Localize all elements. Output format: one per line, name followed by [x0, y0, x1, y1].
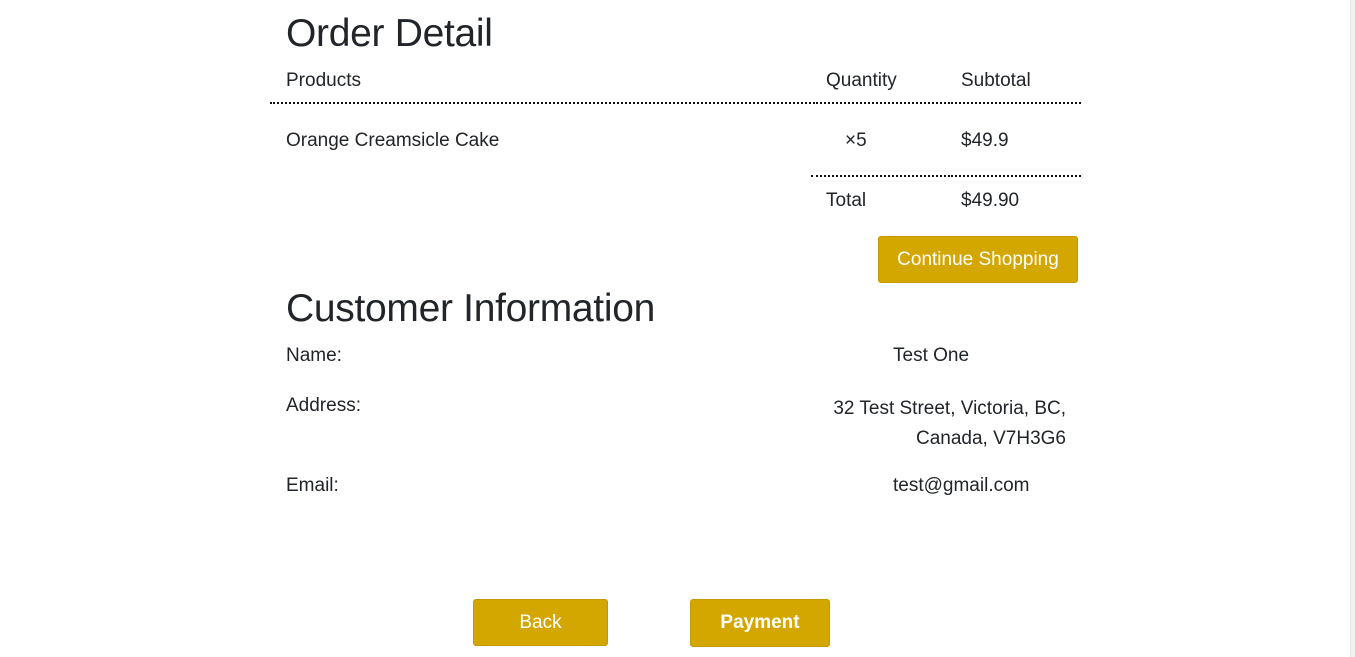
email-label: Email:	[286, 475, 339, 496]
total-label: Total	[826, 190, 867, 211]
total-divider-left	[811, 175, 946, 177]
item-subtotal: $49.9	[961, 130, 1009, 151]
name-value: Test One	[893, 345, 970, 366]
address-line-1: 32 Test Street, Victoria, BC,	[833, 398, 1066, 419]
header-divider-subtotal	[948, 102, 1081, 104]
scrollbar-track[interactable]	[1350, 0, 1355, 657]
item-name: Orange Creamsicle Cake	[286, 130, 500, 151]
item-quantity: ×5	[845, 130, 867, 151]
header-quantity: Quantity	[826, 70, 897, 91]
continue-shopping-button[interactable]: Continue Shopping	[878, 236, 1078, 283]
customer-information-title: Customer Information	[286, 287, 655, 330]
total-value: $49.90	[961, 190, 1020, 211]
order-detail-title: Order Detail	[286, 12, 493, 55]
name-label: Name:	[286, 345, 342, 366]
total-divider-right	[948, 175, 1081, 177]
header-subtotal: Subtotal	[961, 70, 1031, 91]
header-products: Products	[286, 70, 361, 91]
address-label: Address:	[286, 395, 361, 416]
order-page: Order Detail Products Quantity Subtotal …	[0, 0, 1355, 657]
header-divider-quantity	[813, 102, 946, 104]
back-button[interactable]: Back	[473, 599, 608, 646]
email-value: test@gmail.com	[893, 475, 1030, 496]
header-divider-products	[270, 102, 811, 104]
address-value: 32 Test Street, Victoria, BC, Canada, V7…	[800, 394, 1066, 454]
address-line-2: Canada, V7H3G6	[916, 428, 1066, 449]
payment-button[interactable]: Payment	[690, 599, 830, 647]
